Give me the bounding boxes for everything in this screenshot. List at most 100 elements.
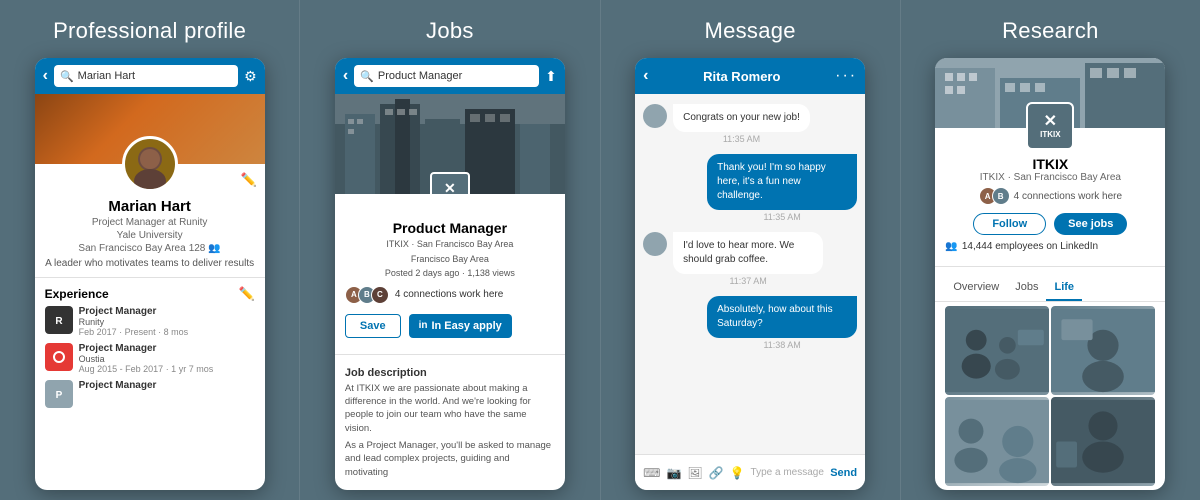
job-title: Product Manager <box>345 220 555 236</box>
employees-text: 14,444 employees on LinkedIn <box>962 241 1098 252</box>
section-jobs: Jobs ‹ 🔍 Product Manager ⬆ <box>300 0 600 500</box>
section-title-jobs: Jobs <box>426 18 474 44</box>
profile-search-bar[interactable]: 🔍 Marian Hart <box>54 65 238 87</box>
research-divider <box>935 266 1165 267</box>
company-mini-avatar-2: B <box>992 187 1010 205</box>
msg-avatar-0 <box>643 104 667 128</box>
phone-profile: ‹ 🔍 Marian Hart ⚙ <box>35 58 265 490</box>
exp-item-0: R Project Manager Runity Feb 2017 · Pres… <box>45 306 255 337</box>
follow-button[interactable]: Follow <box>973 213 1046 235</box>
photo-grid <box>935 302 1165 490</box>
job-action-buttons: Save in In Easy apply <box>335 310 565 346</box>
msg-bubble-1: Thank you! I'm so happy here, it's a fun… <box>707 154 857 210</box>
section-message: Message ‹ Rita Romero ··· Congrats on yo… <box>601 0 901 500</box>
profile-search-text: Marian Hart <box>78 70 135 82</box>
exp-item-2: P Project Manager <box>45 380 255 408</box>
message-row-0: Congrats on your new job! 11:35 AM <box>643 104 857 144</box>
job-connections-text: 4 connections work here <box>395 289 503 300</box>
avatar-stack: A B C <box>345 286 389 304</box>
photo-cell-3 <box>945 397 1049 486</box>
connections-icon: 👥 <box>208 243 220 254</box>
jobs-search-bar[interactable]: 🔍 Product Manager <box>354 65 539 87</box>
job-company-location: ITKIX · San Francisco Bay Area <box>345 238 555 251</box>
job-desc-text: At ITKIX we are passionate about making … <box>345 382 555 435</box>
company-avatar-stack: A B <box>979 187 1010 205</box>
divider-1 <box>35 277 265 278</box>
svg-text:R: R <box>55 316 63 327</box>
connections-count: 128 <box>189 243 206 254</box>
camera-icon[interactable]: 📷 <box>666 466 681 480</box>
send-button[interactable]: Send <box>830 467 857 479</box>
back-button-jobs[interactable]: ‹ <box>343 67 348 85</box>
company-name: ITKIX <box>945 156 1155 172</box>
image-icon[interactable]: 🖼 <box>687 466 702 480</box>
tab-jobs[interactable]: Jobs <box>1007 275 1046 301</box>
section-title-profile: Professional profile <box>53 18 246 44</box>
search-icon-jobs: 🔍 <box>360 70 374 83</box>
linkedin-icon: in <box>419 320 428 331</box>
phone-jobs: ‹ 🔍 Product Manager ⬆ <box>335 58 565 490</box>
msg-time-0: 11:35 AM <box>673 134 810 144</box>
settings-icon-profile[interactable]: ⚙ <box>244 68 257 85</box>
section-title-research: Research <box>1002 18 1099 44</box>
msg-bubble-3: Absolutely, how about this Saturday? <box>707 296 857 338</box>
exp-logo-0: R <box>45 306 73 334</box>
tab-overview[interactable]: Overview <box>945 275 1007 301</box>
msg-avatar-2 <box>643 232 667 256</box>
section-professional-profile: Professional profile ‹ 🔍 Marian Hart ⚙ <box>0 0 300 500</box>
messages-area: Congrats on your new job! 11:35 AM Thank… <box>635 94 865 454</box>
photo-cell-2 <box>1051 306 1155 395</box>
job-hero: ✕ ITKIX <box>335 94 565 194</box>
section-title-message: Message <box>704 18 795 44</box>
job-divider <box>335 354 565 355</box>
company-connections-text: 4 connections work here <box>1014 191 1122 202</box>
back-button-profile[interactable]: ‹ <box>43 67 48 85</box>
lightbulb-icon[interactable]: 💡 <box>730 466 745 480</box>
profile-university: Yale University <box>45 230 255 241</box>
see-jobs-button[interactable]: See jobs <box>1054 213 1127 235</box>
phone-message: ‹ Rita Romero ··· Congrats on your new j… <box>635 58 865 490</box>
profile-topbar: ‹ 🔍 Marian Hart ⚙ <box>35 58 265 94</box>
exp-logo-2: P <box>45 380 73 408</box>
experience-label: Experience ✏️ <box>35 286 265 302</box>
experience-list: R Project Manager Runity Feb 2017 · Pres… <box>35 302 265 412</box>
tab-life[interactable]: Life <box>1046 275 1082 301</box>
link-icon[interactable]: 🔗 <box>709 466 724 480</box>
edit-icon-experience[interactable]: ✏️ <box>238 286 254 302</box>
edit-icon-profile[interactable]: ✏️ <box>240 172 256 188</box>
research-tabs: Overview Jobs Life <box>935 275 1165 302</box>
more-options-icon[interactable]: ··· <box>835 67 857 85</box>
msg-wrap-2: I'd love to hear more. We should grab co… <box>673 232 823 286</box>
exp-text-0: Project Manager Runity Feb 2017 · Presen… <box>79 306 189 337</box>
msg-time-1: 11:35 AM <box>707 212 857 222</box>
company-subtitle: ITKIX · San Francisco Bay Area <box>945 172 1155 183</box>
easy-apply-button[interactable]: in In Easy apply <box>409 314 512 338</box>
search-icon-profile: 🔍 <box>60 70 74 83</box>
msg-time-3: 11:38 AM <box>707 340 857 350</box>
section-research: Research <box>901 0 1200 500</box>
profile-info: Marian Hart Project Manager at Runity Ya… <box>35 198 265 269</box>
message-topbar: ‹ Rita Romero ··· <box>635 58 865 94</box>
company-info: ITKIX ITKIX · San Francisco Bay Area A B… <box>935 156 1165 205</box>
profile-title: Project Manager at Runity <box>45 217 255 228</box>
save-button[interactable]: Save <box>345 314 401 338</box>
message-row-2: I'd love to hear more. We should grab co… <box>643 232 857 286</box>
company-connections: A B 4 connections work here <box>945 187 1155 205</box>
sections-row: Professional profile ‹ 🔍 Marian Hart ⚙ <box>0 0 1200 500</box>
job-connections-row: A B C 4 connections work here <box>335 280 565 310</box>
job-info: Product Manager ITKIX · San Francisco Ba… <box>335 220 565 280</box>
msg-wrap-3: Absolutely, how about this Saturday? 11:… <box>707 296 857 350</box>
jobs-topbar: ‹ 🔍 Product Manager ⬆ <box>335 58 565 94</box>
keyboard-icon[interactable]: ⌨ <box>643 466 660 480</box>
share-icon-jobs[interactable]: ⬆ <box>545 68 557 85</box>
avatar-svg <box>125 139 175 189</box>
message-input-placeholder[interactable]: Type a message <box>751 467 825 478</box>
company-buttons: Follow See jobs <box>935 213 1165 235</box>
message-row-3: Absolutely, how about this Saturday? 11:… <box>643 296 857 350</box>
msg-bubble-2: I'd love to hear more. We should grab co… <box>673 232 823 274</box>
location-text: San Francisco Bay Area <box>78 243 185 254</box>
profile-description: A leader who motivates teams to deliver … <box>45 258 255 269</box>
jobs-search-text: Product Manager <box>378 70 462 82</box>
company-logo: ✕ ITKIX <box>1026 102 1074 150</box>
job-desc-text2: As a Project Manager, you'll be asked to… <box>345 439 555 479</box>
